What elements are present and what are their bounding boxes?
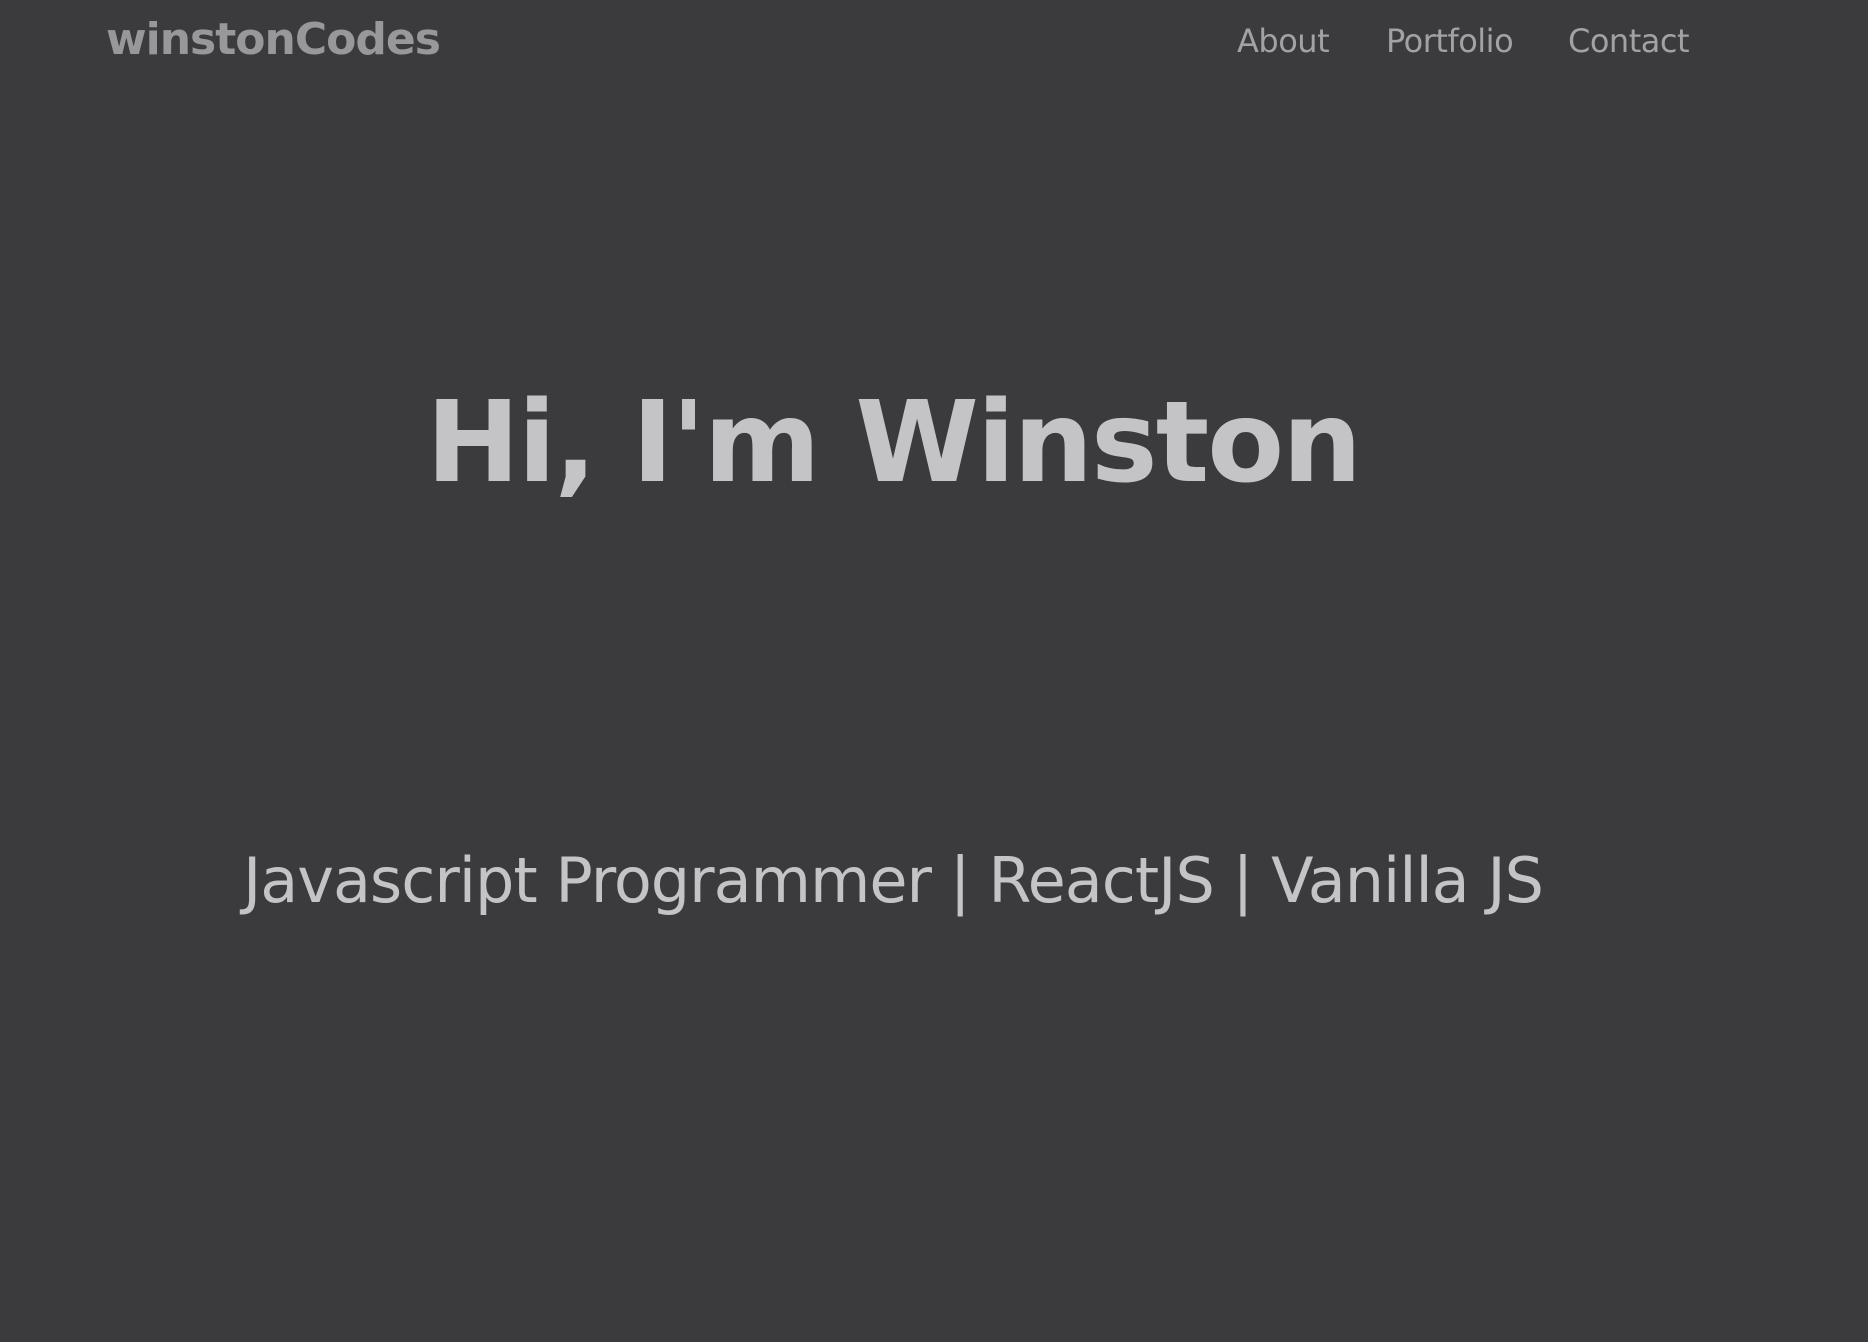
nav-link-portfolio[interactable]: Portfolio (1386, 22, 1514, 60)
hero-title: Hi, I'm Winston (426, 378, 1362, 508)
nav-link-about[interactable]: About (1237, 22, 1330, 60)
main-nav: About Portfolio Contact (0, 22, 1868, 62)
hero-subtitle: Javascript Programmer | ReactJS | Vanill… (242, 844, 1544, 917)
nav-link-contact[interactable]: Contact (1568, 22, 1690, 60)
